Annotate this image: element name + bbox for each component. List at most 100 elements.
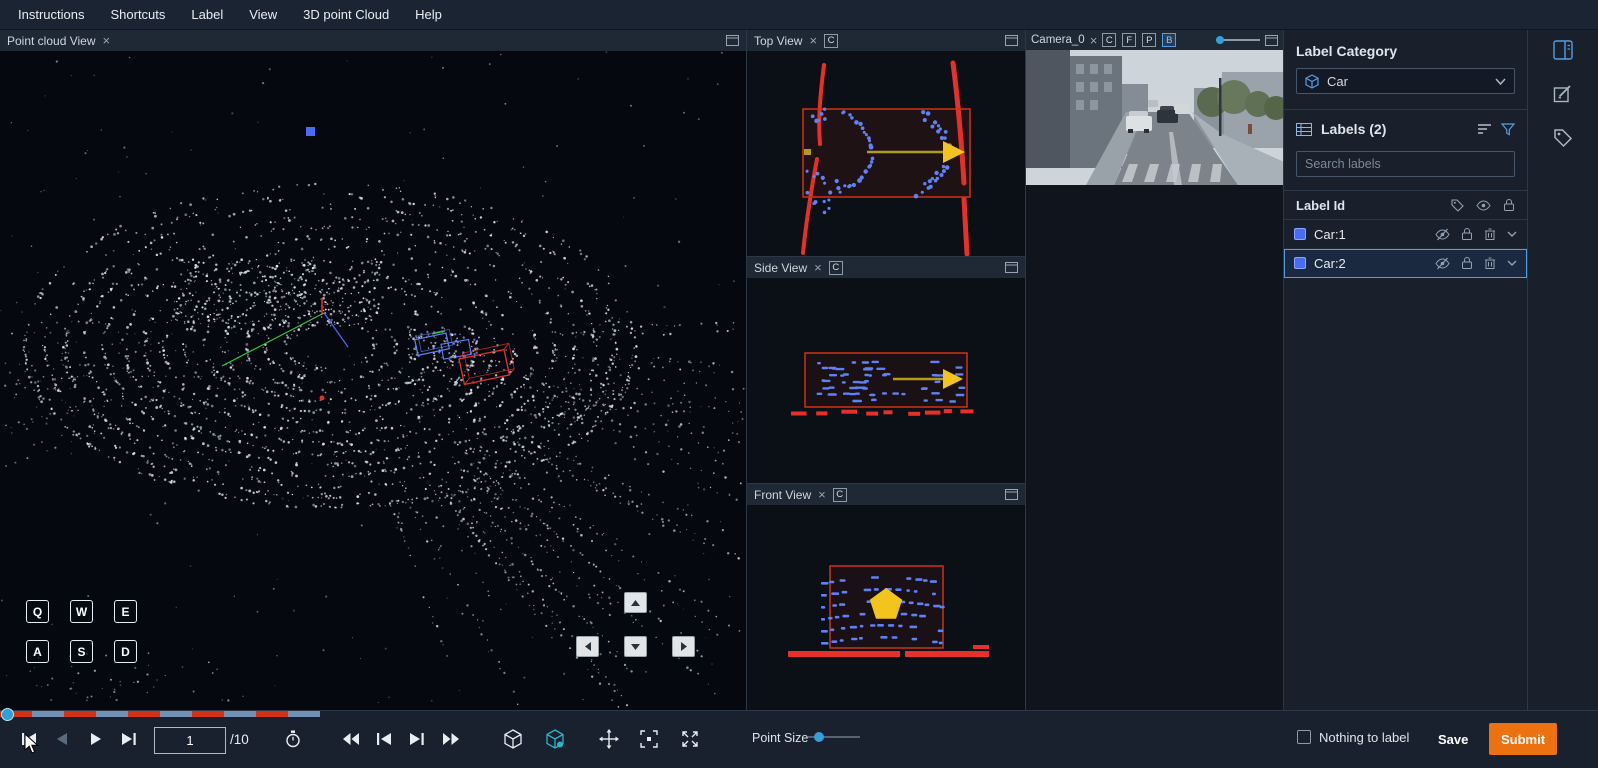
tags-panel-toggle-button[interactable] (1552, 127, 1574, 149)
camera-badge-p[interactable]: P (1142, 33, 1156, 47)
panel-layout-icon (1553, 40, 1573, 60)
frame-number-input[interactable] (154, 727, 226, 754)
point-cloud-close-icon[interactable]: × (103, 34, 111, 47)
maximize-window-icon[interactable] (1265, 35, 1278, 46)
side-view-viewport[interactable] (747, 278, 1025, 483)
cuboid-tool-button[interactable] (500, 726, 526, 752)
maximize-window-icon[interactable] (1005, 262, 1018, 273)
menu-item-shortcuts[interactable]: Shortcuts (110, 7, 165, 22)
auto-cuboid-tool-button[interactable] (542, 726, 568, 752)
previous-frame-button[interactable] (49, 726, 75, 752)
label-category-dropdown[interactable]: Car (1296, 68, 1515, 94)
timeline-frame-2[interactable] (32, 711, 64, 717)
timeline-frame-10[interactable] (288, 711, 320, 717)
delete-label-icon[interactable] (1484, 256, 1496, 270)
skip-to-first-frame-button[interactable] (16, 726, 42, 752)
front-view-camera-badge[interactable]: C (833, 488, 847, 502)
submit-button[interactable]: Submit (1489, 723, 1557, 755)
maximize-window-icon[interactable] (726, 35, 739, 46)
camera-opacity-slider[interactable] (1216, 39, 1260, 41)
tag-icon[interactable] (1451, 199, 1464, 212)
playback-speed-button[interactable] (280, 726, 306, 752)
point-size-slider[interactable] (808, 736, 860, 738)
timeline-frame-7[interactable] (192, 711, 224, 717)
timeline-frame-4[interactable] (96, 711, 128, 717)
point-size-slider-knob[interactable] (814, 732, 824, 742)
eye-icon[interactable] (1476, 200, 1491, 211)
timeline-frame-3[interactable] (64, 711, 96, 717)
pan-up-button[interactable] (624, 592, 647, 613)
lock-label-icon[interactable] (1461, 256, 1473, 270)
hide-label-icon[interactable] (1435, 257, 1450, 270)
nothing-to-label-checkbox[interactable] (1297, 730, 1311, 744)
labels-panel-toggle-button[interactable] (1552, 39, 1574, 61)
play-button[interactable] (83, 726, 109, 752)
maximize-window-icon[interactable] (1005, 35, 1018, 46)
front-view-close-icon[interactable]: × (818, 488, 826, 501)
next-frame-button[interactable] (116, 726, 142, 752)
skip-next-icon (121, 732, 137, 746)
tag-icon (1553, 128, 1573, 148)
camera-badge-c[interactable]: C (1102, 33, 1116, 47)
hide-label-icon[interactable] (1435, 228, 1450, 241)
camera-close-icon[interactable]: × (1090, 34, 1098, 47)
top-view-camera-badge[interactable]: C (824, 34, 838, 48)
fit-to-view-button[interactable] (636, 726, 662, 752)
side-view-title: Side View (754, 261, 807, 275)
search-labels-input[interactable] (1296, 151, 1515, 177)
pan-left-button[interactable] (576, 636, 599, 657)
move-tool-button[interactable] (596, 726, 622, 752)
skip-start-icon (21, 732, 37, 746)
lock-label-icon[interactable] (1461, 227, 1473, 241)
rewind-button[interactable] (338, 726, 364, 752)
camera-badge-b[interactable]: B (1162, 33, 1176, 47)
menu-bar: Instructions Shortcuts Label View 3D point C… (0, 0, 1598, 30)
jump-last-button[interactable] (404, 726, 430, 752)
expand-label-icon[interactable] (1507, 231, 1517, 237)
expand-label-icon[interactable] (1507, 260, 1517, 266)
top-view-viewport[interactable] (747, 51, 1025, 256)
camera-image[interactable] (1026, 50, 1284, 185)
menu-item-3d-point-cloud[interactable]: 3D point Cloud (303, 7, 389, 22)
maximize-window-icon[interactable] (1005, 489, 1018, 500)
timeline-frame-6[interactable] (160, 711, 192, 717)
camera-badge-f[interactable]: F (1122, 33, 1136, 47)
jump-first-button[interactable] (371, 726, 397, 752)
delete-label-icon[interactable] (1484, 227, 1496, 241)
lock-icon[interactable] (1503, 198, 1515, 212)
pan-right-button[interactable] (672, 636, 695, 657)
menu-item-view[interactable]: View (249, 7, 277, 22)
right-tool-strip (1527, 30, 1598, 710)
timeline-frame-9[interactable] (256, 711, 288, 717)
camera-opacity-slider-knob[interactable] (1216, 36, 1224, 44)
fullscreen-button[interactable] (677, 726, 703, 752)
filter-icon[interactable] (1501, 123, 1515, 136)
key-hint-a: A (26, 640, 49, 663)
point-cloud-panel: Point cloud View × QWEASD (0, 30, 747, 710)
frame-total-label: /10 (230, 732, 249, 747)
menu-item-instructions[interactable]: Instructions (18, 7, 84, 22)
top-view-close-icon[interactable]: × (809, 34, 817, 47)
edit-panel-toggle-button[interactable] (1552, 83, 1574, 105)
pan-down-button[interactable] (624, 636, 647, 657)
frame-timeline (0, 711, 320, 717)
timeline-frame-5[interactable] (128, 711, 160, 717)
sort-icon[interactable] (1478, 123, 1492, 135)
timeline-frame-8[interactable] (224, 711, 256, 717)
menu-item-label[interactable]: Label (191, 7, 223, 22)
camera-title: Camera_0 (1031, 34, 1085, 46)
side-view-camera-badge[interactable]: C (829, 261, 843, 275)
key-hint-d: D (114, 640, 137, 663)
skip-end-icon (409, 732, 425, 746)
side-view-close-icon[interactable]: × (814, 261, 822, 274)
label-row[interactable]: Car:2 (1284, 249, 1527, 278)
top-view-panel: Top View × C (747, 30, 1025, 257)
timeline-position-knob[interactable] (1, 708, 14, 721)
fast-forward-button[interactable] (438, 726, 464, 752)
save-button[interactable]: Save (1428, 725, 1478, 753)
front-view-viewport[interactable] (747, 505, 1025, 709)
previous-icon (56, 732, 68, 746)
label-row[interactable]: Car:1 (1284, 220, 1527, 249)
label-name: Car:2 (1314, 256, 1346, 271)
menu-item-help[interactable]: Help (415, 7, 442, 22)
